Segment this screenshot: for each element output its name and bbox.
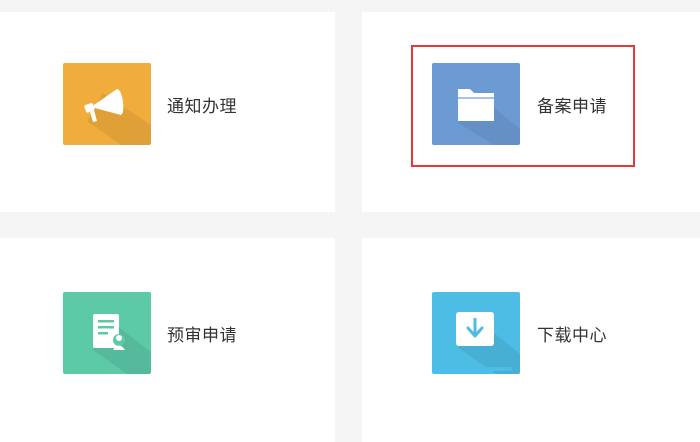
tile-filing-application[interactable]: 备案申请 [362,12,700,212]
download-icon [432,292,520,374]
tile-notice-handling[interactable]: 通知办理 [0,12,335,212]
tile-label: 通知办理 [167,97,237,117]
download-underline [440,367,512,371]
document-user-icon [63,292,151,374]
tile-label: 备案申请 [537,97,607,117]
tile-label: 预审申请 [167,326,237,346]
megaphone-icon [63,63,151,145]
tile-label: 下载中心 [537,326,607,346]
tile-download-center[interactable]: 下载中心 [362,238,700,442]
folder-icon [432,63,520,145]
tile-pre-review-application[interactable]: 预审申请 [0,238,335,442]
